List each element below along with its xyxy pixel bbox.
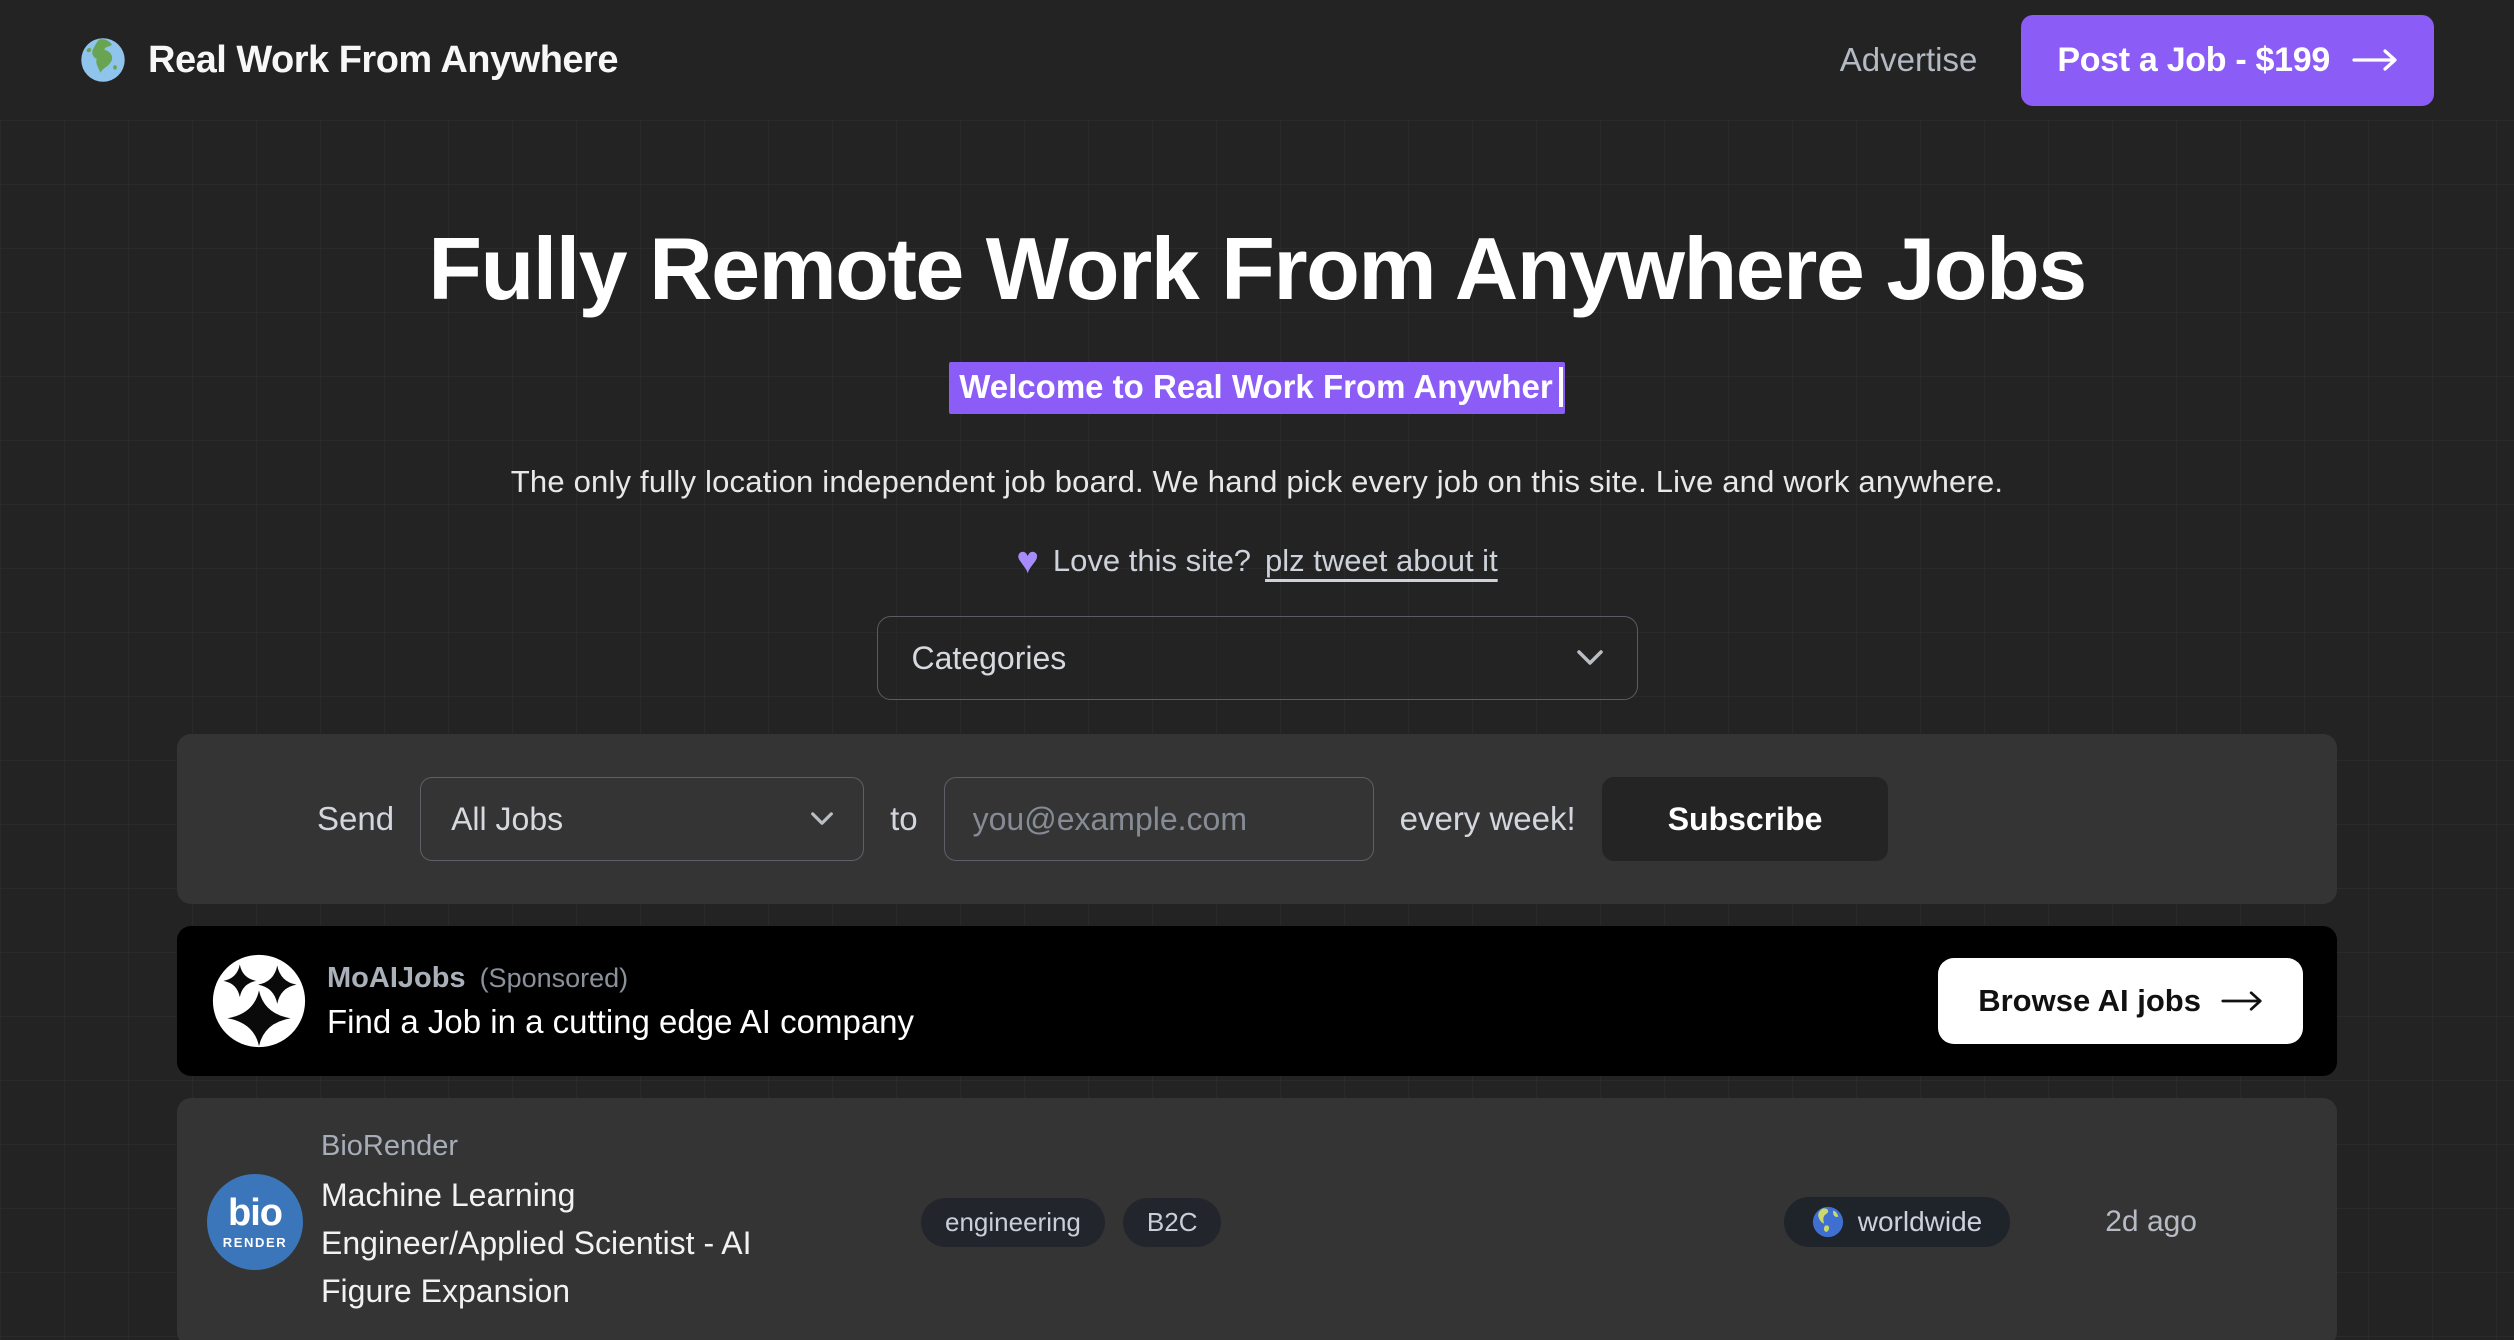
to-label: to — [890, 800, 918, 838]
typing-caret — [1559, 367, 1563, 407]
newsletter-bar: Send All Jobs to every week! Subscribe — [177, 734, 2337, 904]
sponsor-text: MoAIJobs (Sponsored) Find a Job in a cut… — [327, 962, 914, 1041]
love-row: ♥ Love this site? plz tweet about it — [0, 542, 2514, 580]
job-listing-card[interactable]: bio RENDER BioRender Machine Learning En… — [177, 1098, 2337, 1340]
location-label: worldwide — [1858, 1206, 1983, 1238]
send-label: Send — [317, 800, 394, 838]
globe-americas-icon — [1812, 1206, 1844, 1238]
typed-welcome-banner: Welcome to Real Work From Anywher — [949, 362, 1565, 414]
page-title: Fully Remote Work From Anywhere Jobs — [0, 218, 2514, 320]
company-logo-text: bio — [228, 1194, 282, 1232]
job-tags: engineering B2C — [921, 1198, 1221, 1247]
browse-ai-jobs-button[interactable]: Browse AI jobs — [1938, 958, 2303, 1044]
sponsored-label: (Sponsored) — [480, 963, 629, 994]
job-list-selected-value: All Jobs — [451, 801, 563, 838]
tweet-link[interactable]: plz tweet about it — [1265, 543, 1498, 579]
email-input[interactable] — [944, 777, 1374, 861]
main-content: Fully Remote Work From Anywhere Jobs Wel… — [0, 120, 2514, 1340]
post-job-label: Post a Job - $199 — [2057, 41, 2330, 80]
globe-icon — [80, 37, 126, 83]
tag-engineering[interactable]: engineering — [921, 1198, 1105, 1247]
page: Real Work From Anywhere Advertise Post a… — [0, 0, 2514, 1340]
subscribe-button[interactable]: Subscribe — [1602, 777, 1889, 861]
job-company-name: BioRender — [321, 1130, 791, 1163]
job-title: Machine Learning Engineer/Applied Scient… — [321, 1171, 791, 1315]
site-header: Real Work From Anywhere Advertise Post a… — [0, 0, 2514, 120]
categories-dropdown[interactable]: Categories — [877, 616, 1638, 700]
hero-subtitle: The only fully location independent job … — [0, 464, 2514, 500]
tag-b2c[interactable]: B2C — [1123, 1198, 1222, 1247]
sponsor-name-row: MoAIJobs (Sponsored) — [327, 962, 914, 995]
post-job-button[interactable]: Post a Job - $199 — [2021, 15, 2434, 106]
sparkles-icon — [211, 953, 307, 1049]
advertise-link[interactable]: Advertise — [1840, 41, 1978, 79]
job-list-select[interactable]: All Jobs — [420, 777, 864, 861]
header-nav: Advertise Post a Job - $199 — [1840, 15, 2434, 106]
brand-home-link[interactable]: Real Work From Anywhere — [80, 37, 618, 83]
job-posted-time: 2d ago — [2105, 1205, 2197, 1239]
arrow-right-icon — [2352, 48, 2398, 72]
company-logo-subtext: RENDER — [223, 1235, 288, 1250]
sponsored-banner: MoAIJobs (Sponsored) Find a Job in a cut… — [177, 926, 2337, 1076]
sponsor-tagline: Find a Job in a cutting edge AI company — [327, 1003, 914, 1041]
love-text: Love this site? — [1053, 543, 1251, 579]
purple-heart-icon: ♥ — [1016, 542, 1039, 580]
company-logo: bio RENDER — [207, 1174, 303, 1270]
every-week-label: every week! — [1400, 800, 1576, 838]
job-main: BioRender Machine Learning Engineer/Appl… — [321, 1130, 791, 1315]
chevron-down-icon — [811, 812, 833, 826]
typed-welcome-text: Welcome to Real Work From Anywher — [959, 368, 1553, 406]
location-badge[interactable]: worldwide — [1784, 1197, 2011, 1247]
brand-title: Real Work From Anywhere — [148, 39, 618, 82]
chevron-down-icon — [1577, 650, 1603, 666]
arrow-right-icon — [2221, 990, 2263, 1012]
categories-label: Categories — [912, 640, 1067, 677]
typed-banner-row: Welcome to Real Work From Anywher — [0, 362, 2514, 414]
browse-ai-jobs-label: Browse AI jobs — [1978, 983, 2201, 1019]
sponsor-name: MoAIJobs — [327, 962, 466, 995]
